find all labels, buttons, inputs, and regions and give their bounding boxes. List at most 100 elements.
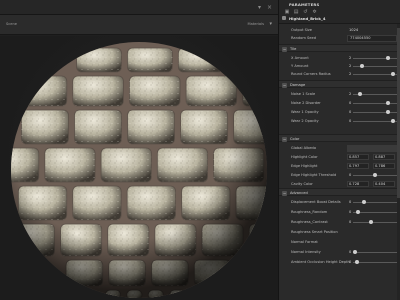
slider-handle[interactable] xyxy=(391,119,396,123)
advanced-param-value: 0 xyxy=(349,260,352,264)
tile-param-label: Y Amount xyxy=(291,64,309,68)
advanced-param-value: 0 xyxy=(349,250,352,254)
collapse-icon[interactable]: − xyxy=(282,190,287,196)
output-size-row: Output Size 1024 xyxy=(279,26,400,34)
advanced-param-slider[interactable] xyxy=(353,261,397,263)
advanced-param-label: Displacement Boost Details xyxy=(291,200,341,204)
edge-highlight-threshold-value: 0 xyxy=(349,173,352,177)
close-icon[interactable]: × xyxy=(266,4,273,11)
damage-param-label: Noise 1 Scale xyxy=(291,92,316,96)
slider-handle[interactable] xyxy=(386,101,391,105)
advanced-param-slider[interactable] xyxy=(353,221,397,223)
brick-tile xyxy=(236,259,267,287)
3d-preview-canvas[interactable] xyxy=(0,36,278,300)
chevron-down-icon[interactable]: ▾ xyxy=(269,21,272,27)
edge-highlight-v2: 0.786 xyxy=(375,164,386,168)
cavity-color-label: Cavity Color xyxy=(291,182,313,186)
edge-highlight-threshold-row: Edge Highlight Threshold 0 xyxy=(279,171,400,179)
global-albedo-swatch[interactable] xyxy=(347,144,397,152)
sphere-shading xyxy=(11,42,267,298)
preset-icon[interactable]: ▤ xyxy=(292,9,300,15)
edge-highlight-threshold-label: Edge Highlight Threshold xyxy=(291,173,337,177)
slider-handle[interactable] xyxy=(357,92,362,96)
tile-param-row: Round Corners Radius 2 xyxy=(279,70,400,78)
damage-param-row: Wear 1 Opacity 0 xyxy=(279,108,400,116)
cavity-color-v1: 0.728 xyxy=(349,182,360,186)
panel-toolbar: ▣ ▤ ↺ ✲ xyxy=(283,9,318,15)
tile-param-row: X Amount 2 xyxy=(279,54,400,62)
settings-icon[interactable]: ✲ xyxy=(310,9,318,15)
damage-param-slider[interactable] xyxy=(353,102,397,104)
tile-param-row: Y Amount 2 xyxy=(279,62,400,70)
tile-param-slider[interactable] xyxy=(353,57,397,59)
damage-param-value: 0 xyxy=(349,110,352,114)
viewport[interactable]: ▾ × Scene Materials ▾ xyxy=(0,0,278,300)
tile-param-value: 2 xyxy=(349,64,352,68)
section-advanced-title: Advanced xyxy=(290,191,308,195)
materials-dropdown[interactable]: Materials xyxy=(248,22,264,26)
panel-header: PARAMETERS ▣ ▤ ↺ ✲ Highland_Brick_4 xyxy=(279,0,400,24)
parameters-panel: PARAMETERS ▣ ▤ ↺ ✲ Highland_Brick_4 Outp… xyxy=(278,0,400,300)
damage-param-slider[interactable] xyxy=(353,120,397,122)
slider-handle[interactable] xyxy=(386,56,391,60)
tile-param-value: 2 xyxy=(349,56,352,60)
damage-param-label: Wear 2 Opacity xyxy=(291,119,319,123)
panel-title: PARAMETERS xyxy=(289,2,320,7)
damage-param-slider[interactable] xyxy=(353,111,397,113)
collapse-icon[interactable]: − xyxy=(282,82,287,88)
brick-tile xyxy=(248,223,267,257)
highlight-color-row: Highlight Color 0.857 0.887 xyxy=(279,153,400,161)
tile-param-slider[interactable] xyxy=(353,73,397,75)
section-tile[interactable]: − Tile xyxy=(279,44,400,52)
slider-handle[interactable] xyxy=(356,210,361,214)
damage-param-value: 0 xyxy=(349,101,352,105)
slider-handle[interactable] xyxy=(373,173,377,177)
collapse-icon[interactable]: − xyxy=(282,46,287,52)
advanced-param-row: Ambient Occlusion Height Depth 0 xyxy=(279,258,400,266)
output-size-value[interactable]: 1024 xyxy=(349,28,358,32)
slider-handle[interactable] xyxy=(354,260,359,264)
section-color[interactable]: − Color xyxy=(279,134,400,142)
slider-handle[interactable] xyxy=(362,200,366,204)
advanced-param-slider[interactable] xyxy=(353,251,397,253)
damage-param-value: 2 xyxy=(349,92,352,96)
slider-handle[interactable] xyxy=(369,220,374,224)
advanced-param-label: Normal Intensity xyxy=(291,250,321,254)
advanced-param-label: Normal Format xyxy=(291,240,318,244)
advanced-param-row: Roughness_Contrast 0 xyxy=(279,218,400,226)
asset-name: Highland_Brick_4 xyxy=(289,16,326,21)
pin-icon[interactable]: ▾ xyxy=(256,4,263,11)
slider-handle[interactable] xyxy=(353,250,358,254)
collapse-icon[interactable]: − xyxy=(282,136,287,142)
highlight-color-v1: 0.857 xyxy=(349,155,360,159)
viewport-toolbar: Scene Materials ▾ xyxy=(0,15,278,35)
lock-icon[interactable]: ▣ xyxy=(283,9,291,15)
reset-icon[interactable]: ↺ xyxy=(301,9,309,15)
edge-highlight-label: Edge Highlight xyxy=(291,164,318,168)
section-advanced[interactable]: − Advanced xyxy=(279,188,400,196)
damage-param-label: Wear 1 Opacity xyxy=(291,110,319,114)
random-seed-field[interactable]: 774004550 xyxy=(347,34,397,42)
advanced-param-label: Roughness_Contrast xyxy=(291,220,328,224)
viewport-mode-label[interactable]: Scene xyxy=(6,22,17,26)
slider-handle[interactable] xyxy=(359,64,364,68)
brick-texture xyxy=(236,260,267,286)
advanced-param-label: Roughness Smart Position xyxy=(291,230,338,234)
section-damage[interactable]: − Damage xyxy=(279,80,400,88)
slider-handle[interactable] xyxy=(386,110,391,114)
advanced-param-value: 0 xyxy=(349,210,352,214)
advanced-param-value: 0 xyxy=(349,200,352,204)
cavity-color-v2: 0.404 xyxy=(375,182,386,186)
edge-highlight-row: Edge Highlight 0.797 0.786 xyxy=(279,162,400,170)
advanced-param-slider[interactable] xyxy=(353,201,397,203)
advanced-param-row: Roughness_Random 0 xyxy=(279,208,400,216)
advanced-param-label: Ambient Occlusion Height Depth xyxy=(291,260,350,264)
slider-handle[interactable] xyxy=(391,72,396,76)
advanced-param-row: Normal Intensity 0 xyxy=(279,248,400,256)
brick-texture xyxy=(229,48,267,72)
material-preview-sphere xyxy=(11,42,267,298)
brick-tile xyxy=(228,47,267,73)
highlight-color-v2: 0.887 xyxy=(375,155,386,159)
damage-param-row: Wear 2 Opacity 0 xyxy=(279,117,400,125)
brick-texture xyxy=(242,76,267,106)
